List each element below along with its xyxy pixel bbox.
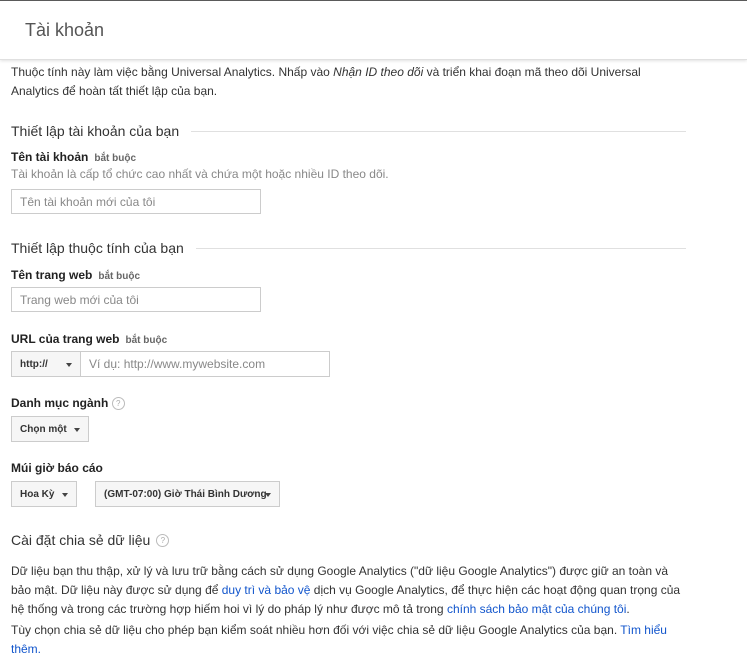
property-section-heading: Thiết lập thuộc tính của bạn	[11, 240, 686, 256]
section-divider	[195, 247, 686, 249]
section-title: Thiết lập thuộc tính của bạn	[11, 240, 184, 256]
protocol-select[interactable]: http://	[11, 351, 81, 377]
intro-get-tracking-id-text: Nhận ID theo dõi	[333, 65, 424, 79]
chevron-down-icon	[66, 363, 72, 367]
chevron-down-icon	[62, 493, 68, 497]
country-select-value: Hoa Kỳ	[20, 488, 55, 500]
paragraph-text: .	[626, 602, 630, 616]
privacy-policy-link[interactable]: chính sách bảo mật của chúng tôi	[447, 602, 626, 616]
industry-select-value: Chọn một	[20, 423, 67, 435]
required-badge: bắt buộc	[125, 335, 168, 346]
timezone-select-value: (GMT-07:00) Giờ Thái Bình Dương	[104, 488, 267, 500]
required-badge: bắt buộc	[98, 271, 141, 282]
label-text: Tên trang web	[11, 268, 93, 282]
reporting-timezone-label: Múi giờ báo cáo	[11, 461, 103, 475]
section-divider	[191, 130, 686, 132]
intro-text: Thuộc tính này làm việc bằng Universal A…	[11, 63, 691, 101]
website-url-label: URL của trang web bắt buộc	[11, 332, 167, 346]
timezone-select[interactable]: (GMT-07:00) Giờ Thái Bình Dương	[95, 481, 280, 507]
website-url-input[interactable]	[80, 351, 330, 377]
chevron-down-icon	[74, 428, 80, 432]
page-title: Tài khoản	[25, 20, 105, 40]
intro-text-part: Thuộc tính này làm việc bằng Universal A…	[11, 65, 334, 79]
account-section-heading: Thiết lập tài khoản của bạn	[11, 123, 686, 139]
label-text: URL của trang web	[11, 332, 120, 346]
help-icon[interactable]: ?	[156, 533, 170, 547]
page-header: Tài khoản	[0, 0, 747, 60]
protocol-select-value: http://	[20, 358, 48, 370]
website-name-input[interactable]	[11, 287, 261, 312]
label-text: Tên tài khoản	[11, 150, 89, 164]
data-sharing-options-text: Tùy chọn chia sẻ dữ liệu cho phép bạn ki…	[11, 621, 691, 659]
timezone-country-select[interactable]: Hoa Kỳ	[11, 481, 77, 507]
help-icon[interactable]: ?	[111, 397, 125, 411]
data-sharing-description: Dữ liệu bạn thu thập, xử lý và lưu trữ b…	[11, 562, 691, 619]
data-sharing-section-heading: Cài đặt chia sẻ dữ liệu ?	[11, 532, 686, 548]
website-name-label: Tên trang web bắt buộc	[11, 268, 140, 282]
industry-category-label: Danh mục ngành ?	[11, 396, 125, 411]
chevron-down-icon	[265, 493, 271, 497]
section-title: Thiết lập tài khoản của bạn	[11, 123, 180, 139]
industry-category-select[interactable]: Chọn một	[11, 416, 89, 442]
maintain-protect-link[interactable]: duy trì và bảo vệ	[222, 583, 311, 597]
label-text: Danh mục ngành	[11, 396, 109, 410]
account-name-input[interactable]	[11, 189, 261, 214]
section-title: Cài đặt chia sẻ dữ liệu	[11, 532, 151, 548]
required-badge: bắt buộc	[94, 153, 137, 164]
account-name-label: Tên tài khoản bắt buộc	[11, 150, 136, 164]
account-name-description: Tài khoản là cấp tổ chức cao nhất và chứ…	[11, 167, 389, 181]
